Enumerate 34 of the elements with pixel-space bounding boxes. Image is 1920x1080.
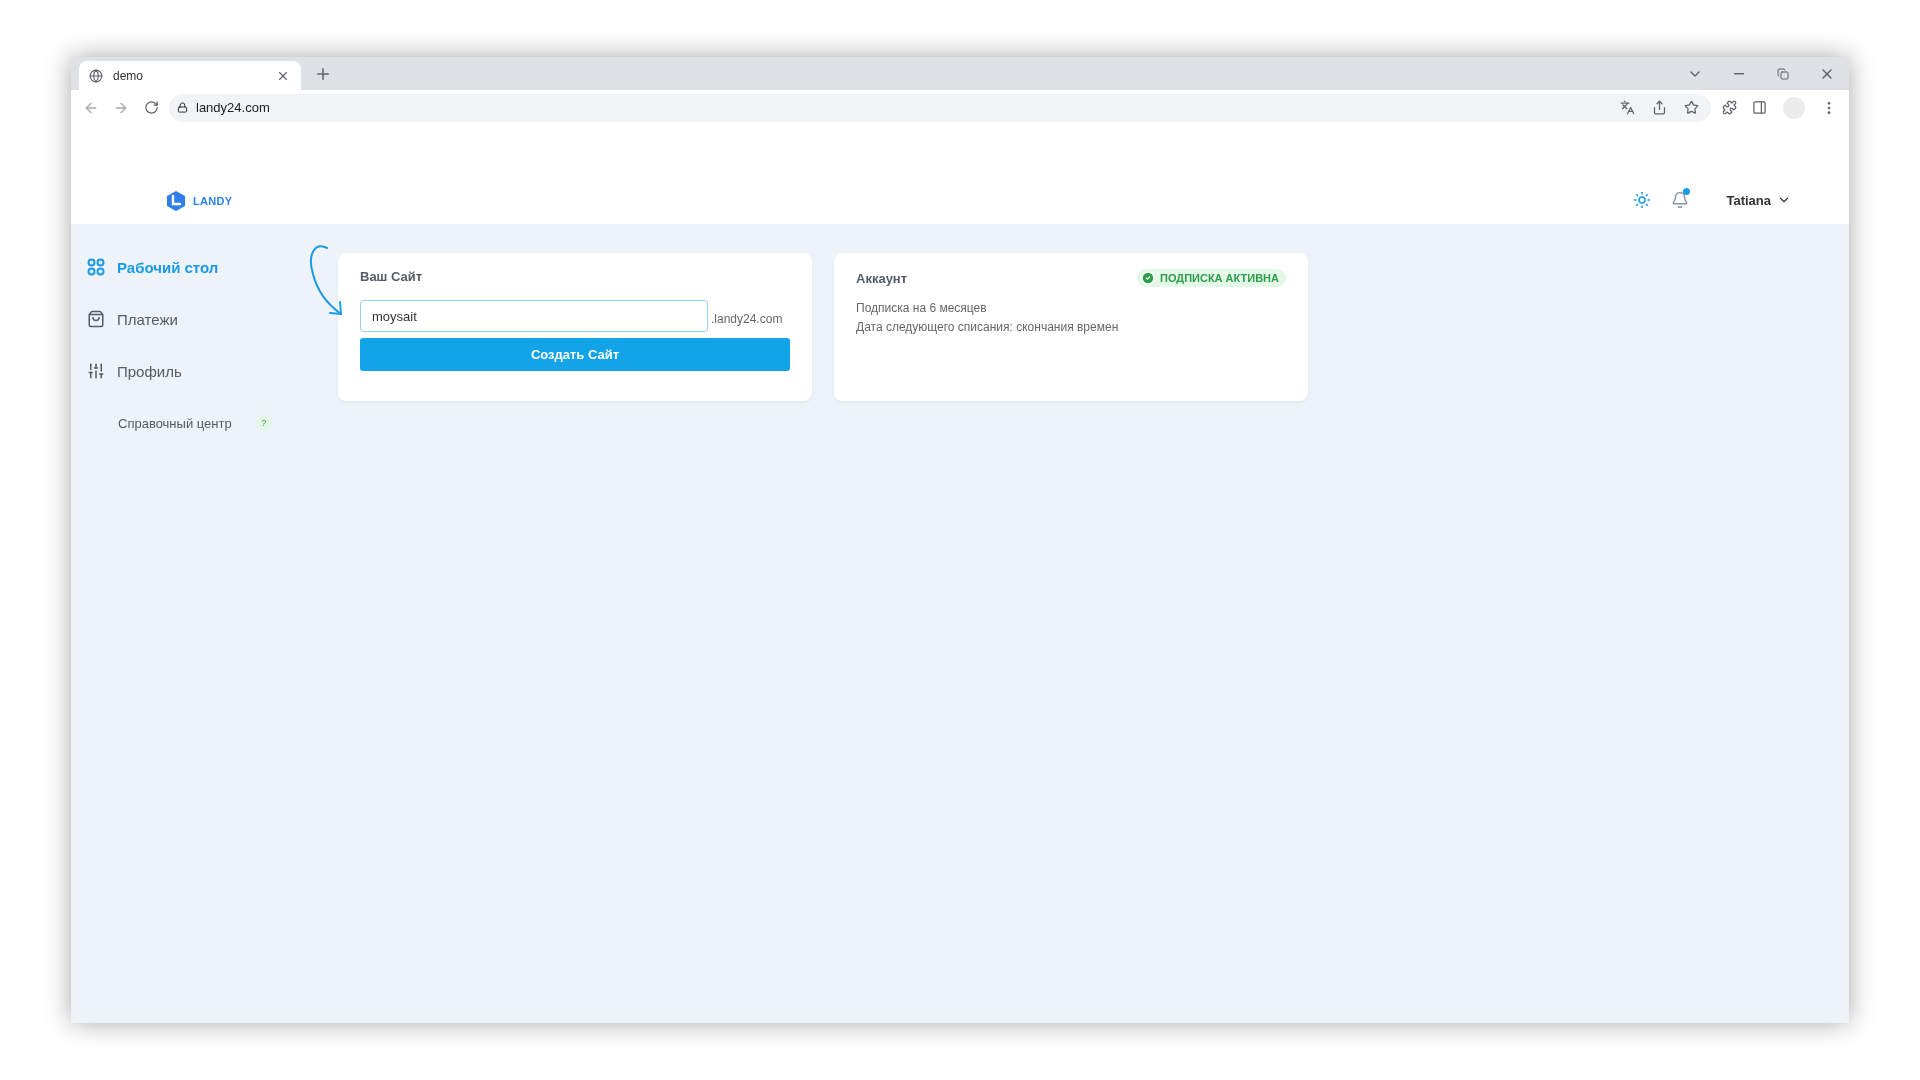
sun-icon: [1633, 191, 1652, 209]
card-title: Аккаунт: [856, 270, 908, 286]
sidebar-item[interactable]: Платежи: [87, 293, 327, 345]
user-menu[interactable]: Tatiana: [1720, 191, 1797, 209]
help-badge: ?: [255, 415, 272, 431]
site-name-field[interactable]: moysait: [360, 300, 708, 332]
translate-icon: [1619, 100, 1635, 115]
logo-text: LANDY: [193, 195, 233, 207]
minimize-icon: [1734, 72, 1744, 75]
url-text: landy24.com: [196, 100, 271, 115]
logo-icon: [165, 190, 187, 212]
account-info-text: Подписка на 6 месяцев: [856, 300, 988, 317]
sidebar-item[interactable]: Профиль: [87, 345, 327, 397]
bell-icon: [1671, 191, 1690, 209]
puzzle-icon: [1721, 100, 1737, 115]
card-title: Ваш Сайт: [360, 269, 424, 284]
browser-tab[interactable]: demo: [79, 61, 301, 90]
reload-icon: [143, 100, 159, 115]
share-icon: [1651, 100, 1667, 115]
address-bar[interactable]: landy24.com: [169, 93, 1711, 122]
star-icon: [1683, 100, 1699, 115]
account-info-text: Дата следующего списания: скончания времен: [856, 319, 1120, 336]
globe-icon: [89, 68, 103, 83]
side-panel-icon: [1751, 100, 1767, 115]
check-icon: [1141, 271, 1155, 285]
grid-icon: [87, 258, 105, 276]
tab-title: demo: [113, 68, 145, 83]
subscription-status-badge: ПОДПИСКА АКТИВНА: [1137, 269, 1286, 287]
domain-suffix: .landy24.com: [711, 312, 783, 328]
bag-icon: [87, 310, 105, 328]
restore-icon: [1777, 67, 1789, 80]
help-center-link[interactable]: Справочный центр ?: [87, 397, 327, 449]
lock-icon: [177, 102, 188, 113]
sliders-icon: [87, 362, 105, 380]
